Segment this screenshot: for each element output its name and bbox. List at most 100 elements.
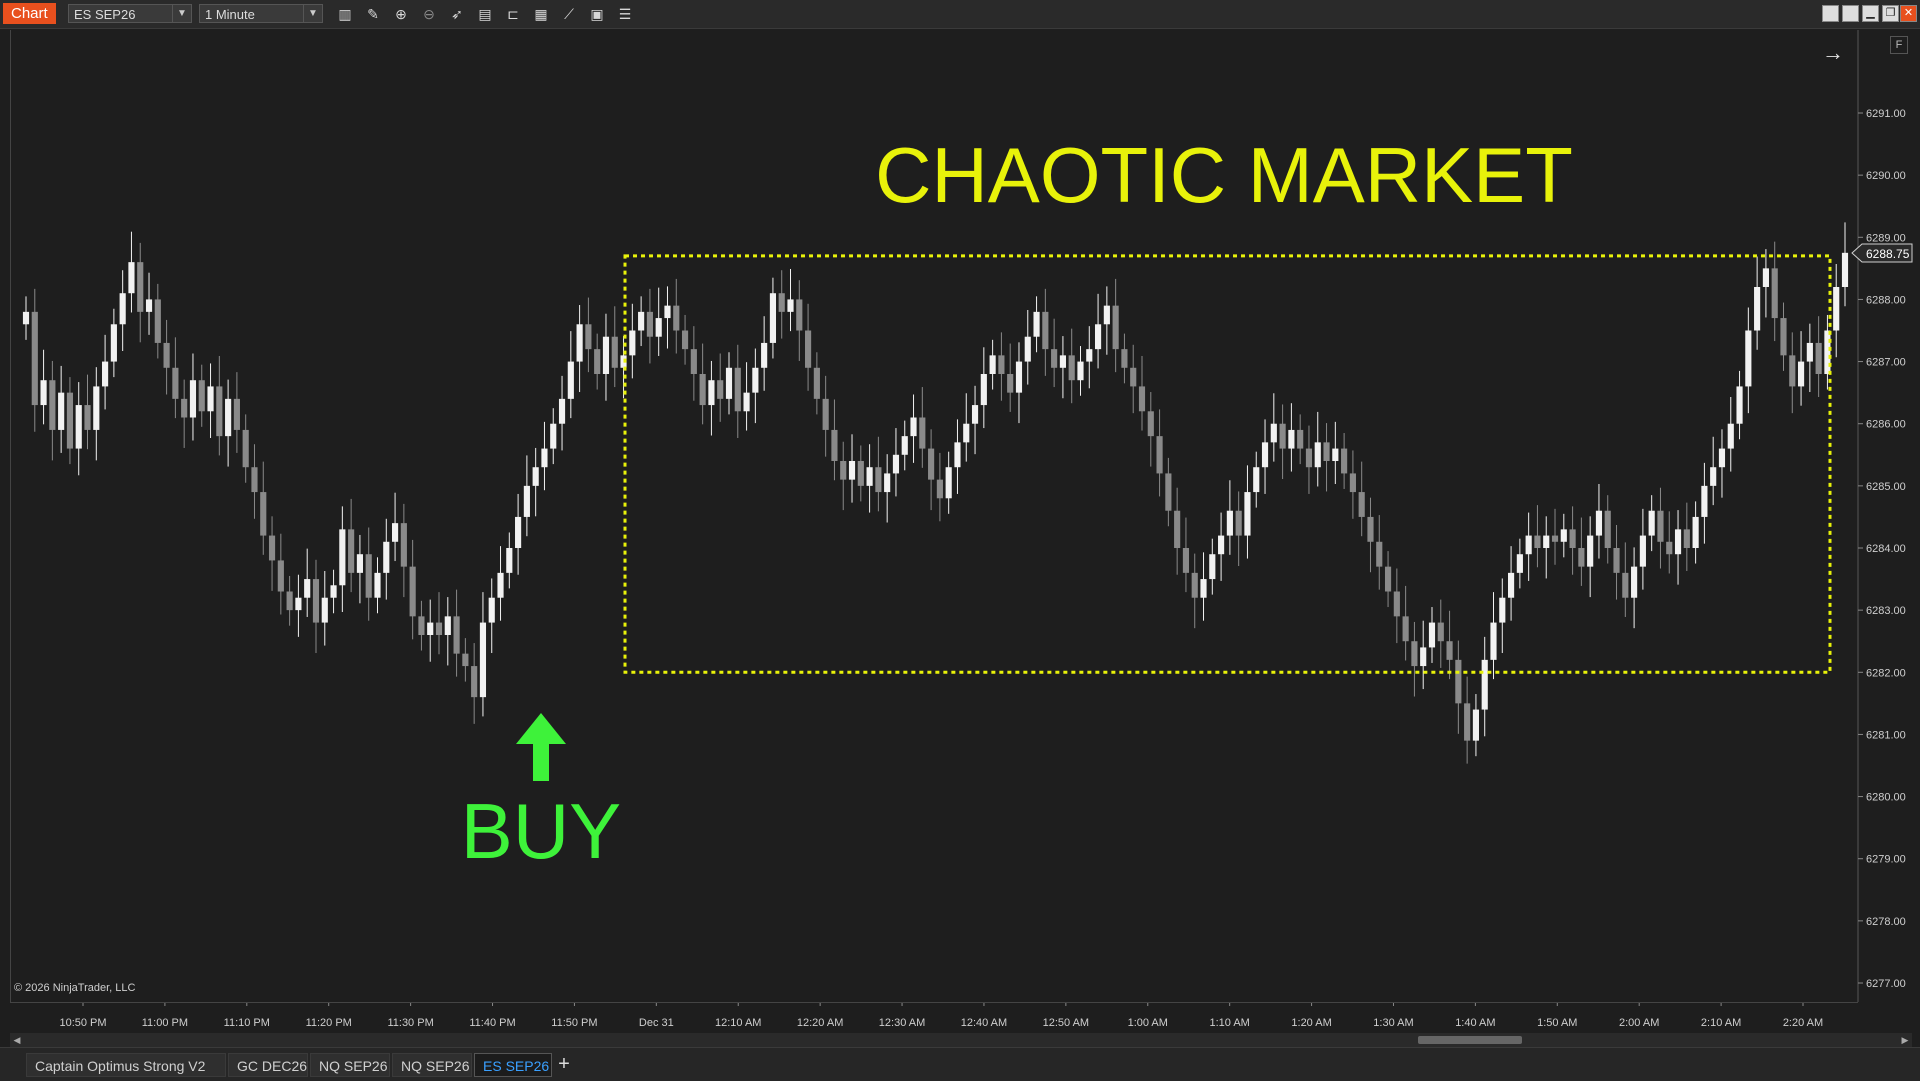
scroll-right-icon[interactable]: ▶ (1898, 1033, 1912, 1047)
candle-body (1490, 622, 1497, 660)
candle-body (391, 523, 399, 542)
candle-body (154, 299, 161, 343)
candle-body (1578, 548, 1585, 567)
candle-body (576, 324, 583, 362)
candle-body (172, 367, 179, 399)
f-button[interactable]: F (1890, 36, 1908, 54)
candle-body (778, 293, 785, 312)
candle-body (66, 392, 74, 449)
candle-body (295, 597, 302, 611)
candle-body (128, 262, 135, 294)
candle-body (1472, 709, 1480, 741)
candle-body (761, 342, 768, 368)
candle-body (1059, 355, 1066, 368)
tab-captain-optimus[interactable]: Captain Optimus Strong V2 (26, 1053, 226, 1077)
candle-body (1191, 572, 1198, 598)
candle-body (418, 616, 425, 635)
candle-body (998, 355, 1005, 374)
price-tick-label: 6278.00 (1866, 916, 1906, 928)
candle-body (1428, 622, 1436, 648)
scroll-thumb[interactable] (1418, 1036, 1522, 1044)
candle-body (1182, 548, 1190, 573)
candle-body (1121, 349, 1128, 368)
candle-body (1130, 367, 1137, 387)
candle-body (1692, 516, 1699, 548)
candle-body (1551, 535, 1559, 542)
candle-body (1657, 510, 1664, 542)
candle-body (1279, 423, 1286, 449)
candle-body (1745, 330, 1752, 387)
candle-body (1094, 324, 1102, 350)
candle-body (769, 293, 777, 343)
candle-body (1780, 318, 1787, 356)
candle-body (75, 405, 82, 449)
candle-body (664, 305, 671, 319)
candle-body (1508, 572, 1515, 598)
candle-body (1569, 529, 1576, 548)
price-chart[interactable]: 6291.00 6290.00 6289.00 6288.00 6287.00 6286.… (0, 0, 1920, 1033)
candle-body (462, 653, 469, 667)
current-price-marker: 6288.75 (1851, 243, 1913, 263)
price-tick-label: 6290.00 (1866, 170, 1906, 182)
tab-nq-sep26-2[interactable]: NQ SEP26 (392, 1053, 472, 1077)
candle-body (1297, 429, 1304, 449)
candle-body (734, 367, 741, 412)
candle-body (1446, 641, 1453, 660)
buy-arrow-icon (516, 713, 566, 781)
tab-gc-dec26[interactable]: GC DEC26 (228, 1053, 308, 1077)
candle-body (268, 535, 276, 561)
candle-body (1051, 349, 1058, 368)
current-price-value: 6288.75 (1866, 247, 1910, 261)
candle-body (971, 405, 979, 424)
candle-body (1015, 361, 1023, 393)
candle-body (1613, 548, 1620, 573)
candle-body (1560, 529, 1567, 542)
candle-body (1077, 361, 1084, 381)
candle-body (813, 367, 820, 399)
candle-body (145, 299, 153, 312)
arrow-right-icon[interactable]: → (1822, 40, 1844, 66)
candle-body (427, 622, 434, 635)
candle-body (611, 336, 618, 368)
candle-body (1762, 268, 1769, 287)
candle-body (1631, 566, 1638, 598)
candle-body (822, 398, 829, 430)
candle-body (181, 398, 188, 418)
buy-label: BUY (461, 787, 621, 875)
price-tick-label: 6291.00 (1866, 108, 1906, 120)
candle-body (1604, 510, 1611, 548)
horizontal-scrollbar[interactable]: ◀ ▶ (10, 1033, 1912, 1047)
candle-body (207, 386, 214, 412)
candle-body (805, 330, 812, 368)
candle-body (1674, 529, 1682, 555)
candle-body (1666, 541, 1673, 555)
candle-body (1384, 566, 1392, 592)
candle-body (1367, 516, 1374, 542)
candle-body (22, 311, 30, 325)
candle-body (1288, 429, 1295, 449)
candle-body (752, 367, 759, 393)
candle-body (84, 405, 91, 430)
candle-body (875, 467, 882, 493)
candle-body (673, 305, 680, 331)
candle-body (471, 666, 478, 698)
candle-body (1622, 572, 1629, 598)
candle-body (1138, 386, 1146, 412)
candle-body (93, 386, 100, 430)
candle-body (1648, 510, 1655, 536)
candle-body (1437, 622, 1444, 642)
scroll-left-icon[interactable]: ◀ (10, 1033, 24, 1047)
candle-body (330, 585, 337, 598)
candle-body (409, 566, 416, 617)
chaotic-market-label: CHAOTIC MARKET (875, 131, 1573, 219)
tab-es-sep26[interactable]: ES SEP26 (474, 1053, 552, 1077)
candle-body (558, 398, 566, 424)
candle-body (242, 429, 249, 468)
candle-body (233, 398, 240, 430)
candle-body (1261, 442, 1269, 468)
price-tick-label: 6282.00 (1866, 667, 1906, 679)
add-tab-button[interactable]: + (553, 1053, 575, 1077)
tab-nq-sep26[interactable]: NQ SEP26 (310, 1053, 390, 1077)
candle-body (49, 380, 56, 430)
candle-body (1815, 342, 1822, 374)
